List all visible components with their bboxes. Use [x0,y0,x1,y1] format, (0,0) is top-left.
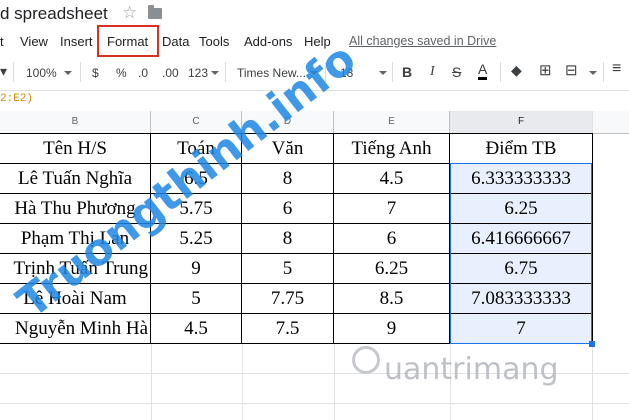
zoom-select[interactable]: 100% [26,66,57,80]
toolbar-divider [225,62,226,82]
chevron-down-icon [211,71,219,75]
table-cell-selected[interactable]: 6.25 [450,194,593,224]
table-cell[interactable]: 5 [151,284,242,314]
gridline [0,403,629,404]
table-cell-selected[interactable]: 7.083333333 [450,284,593,314]
strikethrough-button[interactable]: S [452,64,461,80]
table-cell[interactable]: 8.5 [334,284,450,314]
table-cell[interactable]: 9 [334,314,450,344]
table-cell[interactable]: Tên H/S [0,133,151,164]
table-cell[interactable]: Lê Tuấn Nghĩa [0,164,151,194]
fill-color-icon[interactable]: ◆ [511,62,522,79]
folder-icon[interactable] [148,5,162,19]
chevron-down-icon [589,71,597,75]
more-formats-button[interactable]: 123 [188,66,208,80]
table-cell[interactable]: 7.5 [242,314,334,344]
table-cell-selected[interactable]: 6.416666667 [450,224,593,254]
table-cell[interactable]: 8 [242,164,334,194]
table-cell[interactable]: Điểm TB [450,133,593,164]
format-highlight-box [97,25,159,57]
formula-text[interactable]: 2:E2) [0,93,33,105]
chevron-down-icon [379,71,387,75]
table-cell[interactable]: Tiếng Anh [334,133,450,164]
watermark-right: uantrimang [384,352,559,387]
toolbar-divider [13,62,14,82]
star-icon[interactable]: ☆ [122,3,137,23]
menu-addons[interactable]: Add-ons [244,34,292,49]
gridline [151,344,152,420]
menu-data[interactable]: Data [162,34,189,49]
table-cell[interactable]: 7 [334,194,450,224]
chevron-down-icon [64,71,72,75]
table-cell[interactable]: 4.5 [151,314,242,344]
menu-view[interactable]: View [20,34,48,49]
save-status-link[interactable]: All changes saved in Drive [349,34,496,48]
borders-icon[interactable]: ⊞ [539,61,552,79]
bold-button[interactable]: B [402,64,412,80]
merge-cells-icon[interactable]: ⊟ [565,61,578,79]
currency-button[interactable]: $ [92,66,99,80]
document-title[interactable]: d spreadsheet [0,4,108,24]
watermark-logo-icon [352,346,380,374]
table-cell[interactable]: 5 [242,254,334,284]
paint-format-icon[interactable]: ▾ [0,63,7,80]
column-header-f[interactable]: F [450,111,593,133]
increase-decimal-button[interactable]: .00 [162,66,179,80]
table-cell[interactable]: 6.25 [334,254,450,284]
menu-edit[interactable]: t [0,34,4,49]
table-cell-selected[interactable]: 6.75 [450,254,593,284]
table-cell[interactable]: 8 [242,224,334,254]
table-cell[interactable]: 9 [151,254,242,284]
column-header-e[interactable]: E [334,111,450,133]
table-cell[interactable]: Nguyễn Minh Hà [0,314,151,344]
menu-tools[interactable]: Tools [199,34,229,49]
align-icon[interactable]: ≡ [612,60,621,78]
decrease-decimal-button[interactable]: .0 [138,66,148,80]
toolbar-divider [500,62,501,82]
toolbar-divider [603,62,604,82]
table-cell[interactable]: 6 [242,194,334,224]
toolbar-divider [80,62,81,82]
italic-button[interactable]: I [430,64,435,80]
table-cell-selected[interactable]: 6.333333333 [450,164,593,194]
text-color-button[interactable]: A [478,62,488,80]
menu-insert[interactable]: Insert [60,34,93,49]
table-cell[interactable]: 7.75 [242,284,334,314]
column-header-b[interactable]: B [0,111,151,133]
toolbar-divider [392,62,393,82]
fill-handle[interactable] [589,341,595,347]
percent-button[interactable]: % [116,66,127,80]
gridline [242,344,243,420]
table-cell[interactable]: 4.5 [334,164,450,194]
gridline [334,344,335,420]
table-cell[interactable]: 6 [334,224,450,254]
table-cell-selected[interactable]: 7 [450,314,593,344]
